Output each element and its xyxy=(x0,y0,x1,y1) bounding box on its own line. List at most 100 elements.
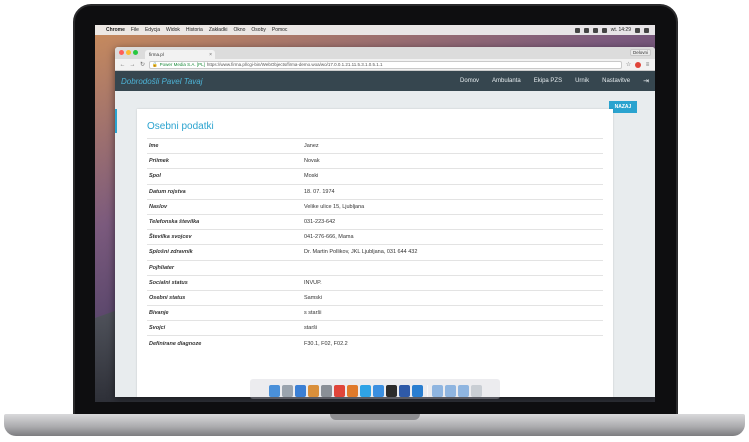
row-label: Svojci xyxy=(149,325,166,332)
lock-icon: 🔒 xyxy=(152,61,158,67)
forward-arrow-icon[interactable]: → xyxy=(129,62,136,68)
screen: Chrome File Edycja Widok Historia Zakład… xyxy=(95,25,655,402)
nav-ambulance[interactable]: Ambulanta xyxy=(492,78,521,84)
maximize-window-icon[interactable] xyxy=(133,50,138,55)
row-value: 041-276-666, Mama xyxy=(304,234,354,241)
menu-history[interactable]: Historia xyxy=(186,27,203,33)
table-row: Številka svojcev 041-276-666, Mama xyxy=(147,229,603,244)
safari-icon[interactable] xyxy=(294,385,306,397)
menu-bookmarks[interactable]: Zakładki xyxy=(209,27,228,33)
clock[interactable]: wt. 14:29 xyxy=(611,27,631,33)
finder-icon[interactable] xyxy=(268,385,280,397)
table-row: Splošni zdravnik Dr. Martin Pollikov, JKL… xyxy=(147,244,603,259)
table-row: Svojci starši xyxy=(147,320,603,335)
section-title: Osebni podatki xyxy=(147,121,214,132)
close-tab-icon[interactable]: × xyxy=(209,52,212,58)
menu-help[interactable]: Pomoc xyxy=(272,27,288,33)
terminal-icon[interactable] xyxy=(385,385,397,397)
row-label: Priimek xyxy=(149,158,169,165)
trash-icon[interactable] xyxy=(470,385,482,397)
menu-file[interactable]: File xyxy=(131,27,139,33)
row-label: Socialni status xyxy=(149,279,188,286)
firefox-icon[interactable] xyxy=(346,385,358,397)
folder-icon-3[interactable] xyxy=(457,385,469,397)
settings-icon[interactable] xyxy=(320,385,332,397)
menu-chrome[interactable]: Chrome xyxy=(106,27,125,33)
logout-icon[interactable]: ⇥ xyxy=(643,77,649,85)
table-row: Ime Janez xyxy=(147,138,603,153)
table-row: Osebni status Samski xyxy=(147,289,603,305)
nav-team[interactable]: Ekipa PZS xyxy=(534,78,562,84)
folder-icon-2[interactable] xyxy=(444,385,456,397)
side-accent xyxy=(115,109,117,133)
row-value: Samski xyxy=(304,294,323,301)
chrome-icon[interactable] xyxy=(333,385,345,397)
nav-home[interactable]: Domov xyxy=(460,78,479,84)
word-icon[interactable] xyxy=(398,385,410,397)
profile-button[interactable]: Delovni xyxy=(629,49,651,56)
menu-icon[interactable]: ≡ xyxy=(644,62,651,68)
nav-items: Domov Ambulanta Ekipa PZS Urnik Nastavit… xyxy=(460,77,649,85)
row-value: Velike ulice 15, Ljubljana xyxy=(304,203,365,210)
app-content: Dobrodošli Pavel Tavaj Domov Ambulanta E… xyxy=(115,71,655,397)
row-label: Naslov xyxy=(149,203,168,210)
close-window-icon[interactable] xyxy=(119,50,124,55)
battery-icon[interactable] xyxy=(601,27,607,33)
folder-icon[interactable] xyxy=(431,385,443,397)
row-label: Ime xyxy=(149,143,159,150)
skype-icon[interactable] xyxy=(359,385,371,397)
row-label: Spol xyxy=(149,173,161,180)
nav-settings[interactable]: Nastavitve xyxy=(602,78,630,84)
table-row: Definirane diagnoze F30.1, F02, F02.2 xyxy=(147,335,603,350)
reload-icon[interactable]: ↻ xyxy=(139,61,146,68)
photoshop-icon[interactable] xyxy=(411,385,423,397)
url-text: https://www.firma.pl/cgi-bin/WebObjects/… xyxy=(206,62,383,67)
row-value: Janez xyxy=(304,143,319,150)
volume-icon[interactable] xyxy=(592,27,598,33)
row-value: Novak xyxy=(304,158,320,165)
welcome-brand[interactable]: Dobrodošli Pavel Tavaj xyxy=(121,77,203,86)
extension-icon[interactable] xyxy=(635,61,641,68)
star-icon[interactable]: ☆ xyxy=(625,61,632,68)
menu-people[interactable]: Osoby xyxy=(251,27,265,33)
back-button[interactable]: NAZAJ xyxy=(609,101,637,113)
table-row: Naslov Velike ulice 15, Ljubljana xyxy=(147,198,603,214)
mac-menubar: Chrome File Edycja Widok Historia Zakład… xyxy=(95,25,655,35)
window-controls xyxy=(119,50,138,55)
table-row: Spol Moski xyxy=(147,168,603,183)
row-label: Številka svojcev xyxy=(149,234,192,241)
launchpad-icon[interactable] xyxy=(281,385,293,397)
row-label: Splošni zdravnik xyxy=(149,249,193,256)
dock-separator xyxy=(426,385,428,397)
menu-window[interactable]: Okno xyxy=(233,27,245,33)
minimize-window-icon[interactable] xyxy=(126,50,131,55)
address-bar[interactable]: 🔒 Power Media S.A. [PL] https://www.firm… xyxy=(149,60,622,69)
personal-data-table: Ime Janez Priimek Novak Spol Moski Datum rojst… xyxy=(147,138,603,351)
dropbox-icon[interactable] xyxy=(574,27,580,33)
browser-toolbar: ← → ↻ 🔒 Power Media S.A. [PL] https://ww… xyxy=(115,59,655,71)
table-row: Socialni status INVUP. xyxy=(147,274,603,290)
row-value: 031-223-642 xyxy=(304,219,336,226)
photos-icon[interactable] xyxy=(307,385,319,397)
row-label: Bivanje xyxy=(149,310,169,317)
row-label: Definirane diagnoze xyxy=(149,340,202,347)
browser-tab[interactable]: firma.pl × xyxy=(145,50,215,59)
row-value: Moski xyxy=(304,173,319,180)
row-label: Telefonska številka xyxy=(149,219,200,226)
table-row: Bivanje s starši xyxy=(147,305,603,320)
notifications-icon[interactable] xyxy=(644,27,649,33)
row-label: Datum rojstva xyxy=(149,188,186,195)
row-value: INVUP. xyxy=(304,279,322,286)
menu-edit[interactable]: Edycja xyxy=(145,27,160,33)
row-value: Dr. Martin Pollikov, JKL Ljubljana, 031 … xyxy=(304,249,418,256)
table-row: Telefonska številka 031-223-642 xyxy=(147,213,603,229)
row-value: starši xyxy=(304,325,318,332)
back-arrow-icon[interactable]: ← xyxy=(119,62,126,68)
spotlight-icon[interactable] xyxy=(635,27,640,33)
table-row: Priimek Novak xyxy=(147,153,603,168)
appstore-icon[interactable] xyxy=(372,385,384,397)
laptop-notch xyxy=(330,414,420,420)
menu-view[interactable]: Widok xyxy=(166,27,180,33)
nav-schedule[interactable]: Urnik xyxy=(575,78,589,84)
wifi-icon[interactable] xyxy=(583,27,589,33)
